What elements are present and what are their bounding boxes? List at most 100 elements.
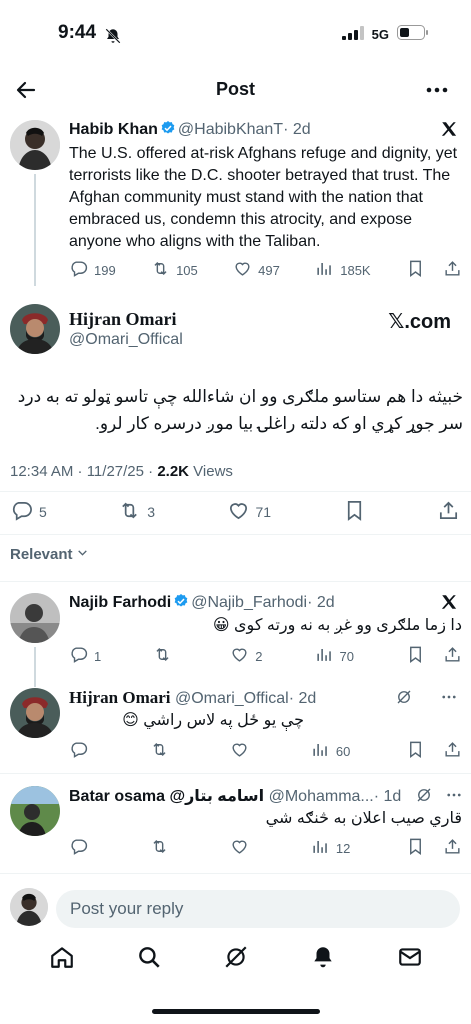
search-icon[interactable] xyxy=(136,944,162,975)
more-button[interactable] xyxy=(445,786,463,809)
like-button[interactable]: 71 xyxy=(227,499,272,525)
avatar[interactable] xyxy=(10,120,60,170)
share-icon[interactable] xyxy=(443,645,462,667)
views-count: 70 xyxy=(339,648,354,664)
author-handle[interactable]: @HabibKhanT xyxy=(178,121,283,138)
xcom-watermark: 𝕏.com xyxy=(388,311,451,333)
x-logo-icon xyxy=(440,120,458,143)
tweet-actions: 60 xyxy=(69,740,462,762)
avatar[interactable] xyxy=(10,304,60,354)
like-button[interactable]: 2 xyxy=(230,645,263,667)
reply-button[interactable] xyxy=(69,837,94,859)
views-button[interactable]: 60 xyxy=(311,740,350,762)
grok-icon[interactable] xyxy=(395,688,413,711)
author-name[interactable]: Batar osama @اسامه بتار xyxy=(69,788,264,805)
avatar[interactable] xyxy=(10,688,60,738)
bookmark-icon xyxy=(343,499,366,525)
author-name[interactable]: Najib Farhodi xyxy=(69,594,171,611)
grok-icon[interactable] xyxy=(415,786,433,809)
like-icon xyxy=(230,837,249,859)
more-button[interactable] xyxy=(440,688,458,711)
retweet-icon xyxy=(150,837,169,859)
sort-dropdown[interactable]: Relevant xyxy=(10,546,89,563)
home-icon[interactable] xyxy=(49,944,75,975)
tweet-header: Habib Khan @HabibKhanT· 2d xyxy=(69,120,429,139)
more-button[interactable] xyxy=(425,80,449,105)
tweet-text: دا زما ملګری وو غږ به نه ورته کوی 😀 xyxy=(212,617,462,634)
author-handle[interactable]: @Mohamma... xyxy=(269,788,374,805)
like-button[interactable]: 497 xyxy=(233,259,280,281)
reply-button[interactable]: 5 xyxy=(10,499,47,525)
retweet-button[interactable]: 3 xyxy=(118,499,155,525)
reply-count: 5 xyxy=(39,504,47,520)
author-handle[interactable]: @Omari_Offical xyxy=(69,331,183,349)
like-count: 497 xyxy=(258,262,280,278)
views-button[interactable]: 185K xyxy=(315,259,371,281)
reply-count: 1 xyxy=(94,648,102,664)
share-icon[interactable] xyxy=(443,259,462,281)
post-timestamp: 12:34 AM · 11/27/25 · xyxy=(10,463,158,480)
like-icon xyxy=(230,740,249,762)
share-icon[interactable] xyxy=(443,837,462,859)
retweet-button[interactable] xyxy=(150,837,175,859)
reply-icon xyxy=(69,259,88,281)
thread-line xyxy=(34,647,36,687)
share-button[interactable] xyxy=(437,499,460,525)
reply-icon xyxy=(10,499,33,525)
mail-icon[interactable] xyxy=(397,944,423,975)
reply-button[interactable]: 1 xyxy=(69,645,101,667)
like-icon xyxy=(230,645,249,667)
bottom-nav xyxy=(0,944,471,975)
retweet-count: 3 xyxy=(147,504,156,520)
views-button[interactable]: 70 xyxy=(315,645,354,667)
tweet-actions: 1 2 70 xyxy=(69,645,462,667)
views-icon xyxy=(315,645,334,667)
bookmark-button[interactable] xyxy=(343,499,366,525)
reply-count: 199 xyxy=(94,262,116,278)
retweet-icon xyxy=(150,740,169,762)
retweet-button[interactable]: 105 xyxy=(151,259,198,281)
share-icon xyxy=(437,499,460,525)
author-name[interactable]: Hijran Omari xyxy=(69,688,171,707)
retweet-button[interactable] xyxy=(150,740,175,762)
battery-icon xyxy=(397,25,429,43)
avatar[interactable] xyxy=(10,786,60,836)
author-name[interactable]: Hijran Omari xyxy=(69,309,176,330)
author-handle[interactable]: @Najib_Farhodi xyxy=(191,594,307,611)
bookmark-icon[interactable] xyxy=(406,740,425,762)
author-name[interactable]: Habib Khan xyxy=(69,121,158,138)
bookmark-icon[interactable] xyxy=(406,259,425,281)
grok-icon[interactable] xyxy=(223,944,249,975)
bookmark-icon[interactable] xyxy=(406,837,425,859)
reply-icon xyxy=(69,645,88,667)
avatar[interactable] xyxy=(10,593,60,643)
tweet-header: Batar osama @اسامه بتار @Mohamma...· 1d xyxy=(69,786,409,806)
verified-badge-icon xyxy=(158,121,178,138)
views-icon xyxy=(311,837,330,859)
home-indicator xyxy=(152,1009,320,1014)
thread-line xyxy=(34,174,36,286)
author-handle[interactable]: @Omari_Offical xyxy=(175,690,289,707)
retweet-button[interactable] xyxy=(153,645,178,667)
like-button[interactable] xyxy=(230,837,255,859)
retweet-icon xyxy=(118,499,141,525)
reply-input[interactable]: Post your reply xyxy=(56,890,460,928)
bell-icon[interactable] xyxy=(310,944,336,975)
divider xyxy=(0,773,471,774)
reply-button[interactable] xyxy=(69,740,94,762)
avatar[interactable] xyxy=(10,888,48,926)
more-icon xyxy=(425,87,449,104)
post-meta: 12:34 AM · 11/27/25 · 2.2K Views xyxy=(10,463,233,480)
views-count[interactable]: 2.2K xyxy=(157,463,189,480)
reply-icon xyxy=(69,837,88,859)
like-button[interactable] xyxy=(230,740,255,762)
post-age: · 1d xyxy=(373,788,402,805)
bookmark-icon[interactable] xyxy=(406,645,425,667)
reply-button[interactable]: 199 xyxy=(69,259,116,281)
views-count: 60 xyxy=(335,743,351,759)
share-icon[interactable] xyxy=(443,740,462,762)
views-button[interactable]: 12 xyxy=(311,837,350,859)
views-label: Views xyxy=(189,463,233,480)
divider xyxy=(0,534,471,535)
like-count: 71 xyxy=(255,504,272,520)
